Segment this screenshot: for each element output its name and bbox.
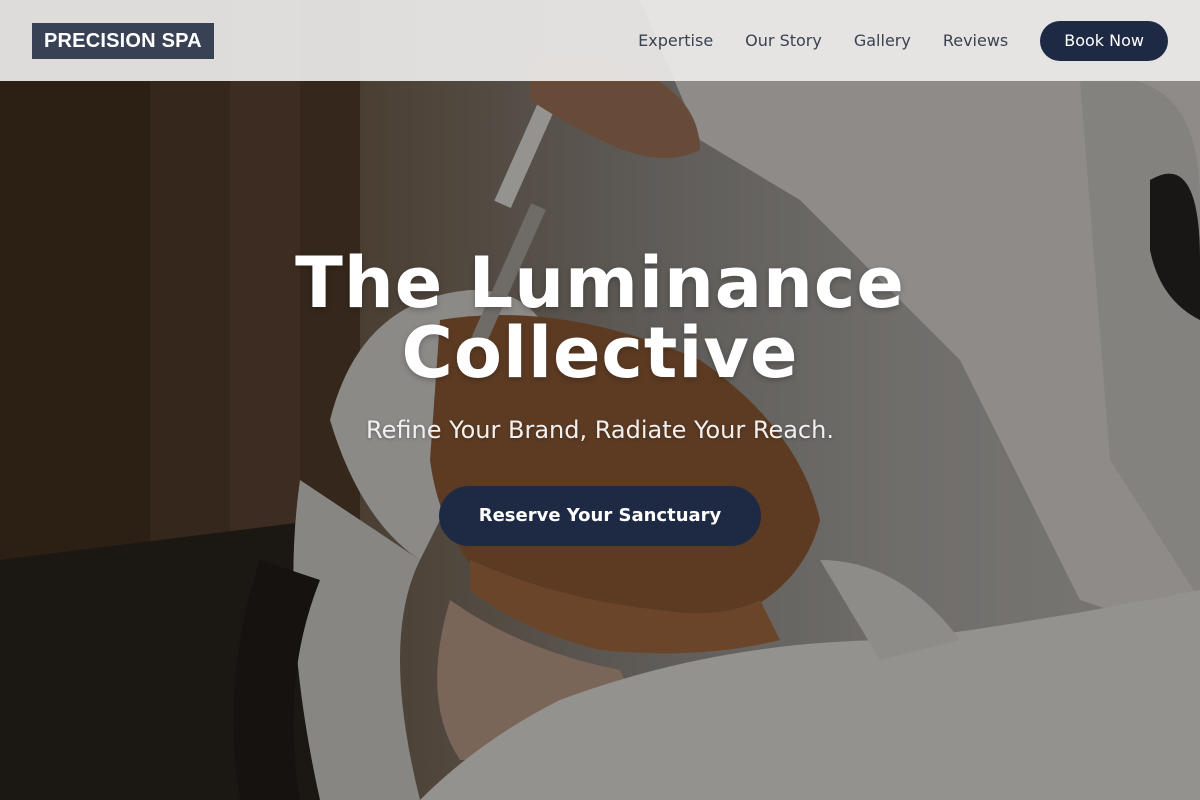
logo[interactable]: PRECISION SPA [32,22,214,59]
nav-link-reviews[interactable]: Reviews [943,31,1008,50]
nav-link-gallery[interactable]: Gallery [854,31,911,50]
book-now-button[interactable]: Book Now [1040,20,1168,61]
hero-title: The Luminance Collective [0,248,1200,388]
reserve-sanctuary-button[interactable]: Reserve Your Sanctuary [438,486,762,546]
nav-link-expertise[interactable]: Expertise [638,31,713,50]
hero-title-line-2: Collective [401,312,799,394]
nav-link-our-story[interactable]: Our Story [745,31,822,50]
main-nav: Expertise Our Story Gallery Reviews Book… [638,20,1168,61]
hero-subtitle: Refine Your Brand, Radiate Your Reach. [366,416,834,444]
hero-content: The Luminance Collective Refine Your Bra… [0,248,1200,546]
site-header: PRECISION SPA Expertise Our Story Galler… [0,0,1200,81]
